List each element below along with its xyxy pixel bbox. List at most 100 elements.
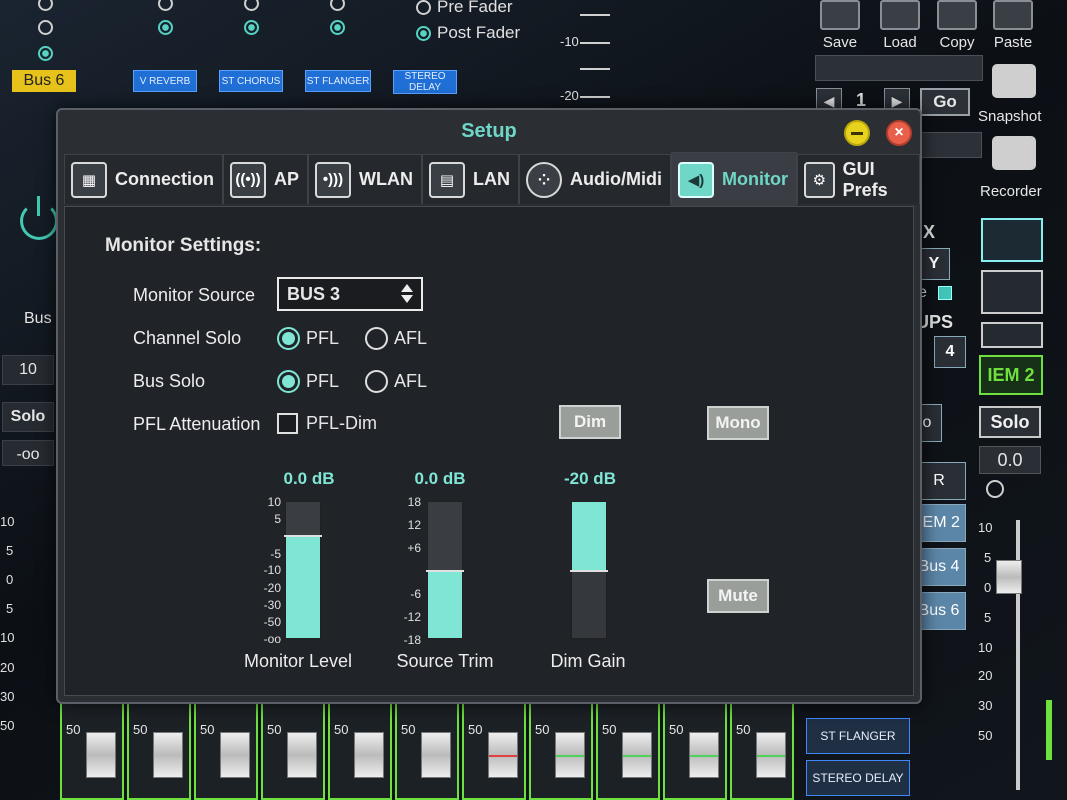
routing-radio[interactable] <box>158 20 173 35</box>
mix-checkbox[interactable] <box>938 286 952 300</box>
go-button[interactable]: Go <box>920 88 970 116</box>
mono-button[interactable]: Mono <box>707 406 769 440</box>
post-fader-option[interactable]: Post Fader <box>416 20 520 46</box>
bus-solo-afl-radio[interactable] <box>365 370 389 393</box>
fx-st-chorus-button[interactable]: ST CHORUS <box>219 70 283 92</box>
y-button[interactable]: Y <box>918 248 950 280</box>
curve-display[interactable] <box>981 270 1043 314</box>
channel-strip[interactable]: 50 <box>328 700 392 800</box>
right-fader-knob[interactable] <box>996 560 1022 594</box>
bus-solo-afl[interactable]: AFL <box>365 370 427 393</box>
dim-gain-handle[interactable] <box>570 570 608 572</box>
channel-fader[interactable] <box>622 732 652 778</box>
scale-tick <box>580 42 610 44</box>
tape-recorder-icon[interactable] <box>992 136 1036 170</box>
pfl-dim-checkbox[interactable] <box>277 413 298 434</box>
load-button[interactable]: Load <box>875 0 925 51</box>
bus-solo-pfl-radio[interactable] <box>277 370 300 393</box>
tab-ap[interactable]: ((•)) AP <box>223 154 309 204</box>
channel-fader[interactable] <box>287 732 317 778</box>
monitor-source-select[interactable]: BUS 3 <box>277 277 423 311</box>
mute-button[interactable]: Mute <box>707 579 769 613</box>
tab-label: Connection <box>115 169 214 189</box>
power-icon[interactable] <box>20 196 58 240</box>
copy-button[interactable]: Copy <box>932 0 982 51</box>
save-button[interactable]: Save <box>815 0 865 51</box>
channel-strip[interactable]: 50 <box>261 700 325 800</box>
tab-lan[interactable]: ▤ LAN <box>422 154 519 204</box>
tab-monitor[interactable]: ◀) Monitor <box>670 152 797 206</box>
channel-fader[interactable] <box>86 732 116 778</box>
scale-label: 5 <box>984 550 992 565</box>
channel-strip[interactable]: 50 <box>60 700 124 800</box>
fx-stereo-delay-button[interactable]: STEREO DELAY <box>393 70 457 94</box>
channel-fader[interactable] <box>689 732 719 778</box>
channel-strip[interactable]: 50 <box>596 700 660 800</box>
pre-fader-radio[interactable] <box>416 0 431 15</box>
monitor-level-slider[interactable] <box>284 501 322 639</box>
channel-strip[interactable]: 50 <box>462 700 526 800</box>
channel-fader[interactable] <box>488 732 518 778</box>
channel-fader[interactable] <box>354 732 384 778</box>
channel-strip[interactable]: 50 <box>395 700 459 800</box>
right-solo-button[interactable]: Solo <box>979 406 1041 438</box>
solo-button[interactable]: Solo <box>2 402 54 432</box>
antenna-icon: ((•)) <box>230 161 266 198</box>
iem-2-button[interactable]: IEM 2 <box>979 355 1043 395</box>
channel-strip[interactable]: 50 <box>529 700 593 800</box>
channel-solo-afl-radio[interactable] <box>365 327 389 350</box>
channel-strip[interactable]: 50 <box>194 700 258 800</box>
channel-strip[interactable]: 50 <box>663 700 727 800</box>
close-icon[interactable]: × <box>886 120 912 146</box>
channel-solo-afl[interactable]: AFL <box>365 327 427 350</box>
monitor-level-handle[interactable] <box>284 535 322 537</box>
channel-fader[interactable] <box>421 732 451 778</box>
routing-radio[interactable] <box>158 0 173 11</box>
tab-audio-midi[interactable]: ⁘ Audio/Midi <box>519 154 671 204</box>
dialog-titlebar[interactable]: Setup × <box>58 110 920 150</box>
source-trim-handle[interactable] <box>426 570 464 572</box>
channel-solo-pfl[interactable]: PFL <box>277 327 339 350</box>
paste-label: Paste <box>993 34 1033 51</box>
tab-connection[interactable]: ▦ Connection <box>64 154 223 204</box>
channel-strip[interactable]: 50 <box>127 700 191 800</box>
camera-icon[interactable] <box>992 64 1036 98</box>
channel-fader[interactable] <box>153 732 183 778</box>
eq-display[interactable] <box>981 218 1043 262</box>
paste-button[interactable]: Paste <box>988 0 1038 51</box>
channel-fader[interactable] <box>555 732 585 778</box>
bus-solo-pfl[interactable]: PFL <box>277 370 339 393</box>
group-4-button[interactable]: 4 <box>934 336 966 368</box>
minimize-icon[interactable] <box>844 120 870 146</box>
dim-gain-slider[interactable] <box>570 501 608 639</box>
dim-button[interactable]: Dim <box>559 405 621 439</box>
channel-strip[interactable]: 50 <box>730 700 794 800</box>
scale-label: 5 <box>984 610 992 625</box>
side-fx-st-flanger[interactable]: ST FLANGER <box>806 718 910 754</box>
source-trim-slider[interactable] <box>426 501 464 639</box>
source-trim-tick: 18 <box>407 495 421 509</box>
routing-radio[interactable] <box>244 0 259 11</box>
left-channel-strip: Bus 10 Solo -oo 10 5 0 5 10 20 30 50 <box>0 0 58 800</box>
tab-gui-prefs[interactable]: ⚙ GUI Prefs <box>796 154 920 204</box>
channel-fader[interactable] <box>756 732 786 778</box>
pan-display[interactable] <box>981 322 1043 348</box>
right-meter <box>1046 700 1052 760</box>
fx-st-flanger-button[interactable]: ST FLANGER <box>305 70 371 92</box>
post-fader-radio[interactable] <box>416 25 431 41</box>
pre-fader-option[interactable]: Pre Fader <box>416 0 520 20</box>
side-fx-stereo-delay[interactable]: STEREO DELAY <box>806 760 910 796</box>
source-trim-tick: -6 <box>410 587 421 601</box>
routing-radio[interactable] <box>330 0 345 11</box>
channel-fader[interactable] <box>220 732 250 778</box>
fx-v-reverb-button[interactable]: V REVERB <box>133 70 197 92</box>
channel-solo-label: Channel Solo <box>133 328 242 348</box>
channel-solo-pfl-radio[interactable] <box>277 327 300 350</box>
monitor-level-tick: -20 <box>263 581 281 595</box>
pfl-attenuation-label: PFL Attenuation <box>133 414 261 434</box>
routing-radio[interactable] <box>330 20 345 35</box>
tab-wlan[interactable]: •))) WLAN <box>308 154 422 204</box>
routing-radio[interactable] <box>244 20 259 35</box>
pfl-dim-option[interactable]: PFL-Dim <box>277 413 377 434</box>
scene-name-field[interactable] <box>815 55 983 81</box>
